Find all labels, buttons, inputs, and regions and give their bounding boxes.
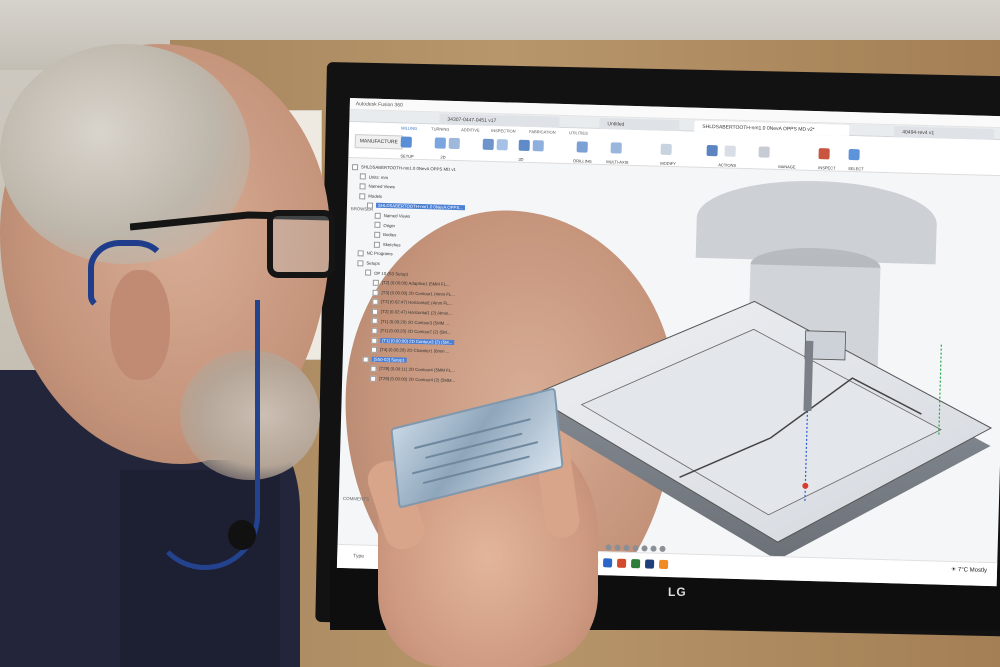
taskbar-excel-icon[interactable] <box>630 559 641 569</box>
taskbar-browser-icon[interactable] <box>602 558 613 568</box>
browser-item-label: [T2] (0.02:47) Horizontal1 (2) (4mm... <box>380 308 453 316</box>
visibility-toggle-icon[interactable] <box>371 308 379 315</box>
browser-item-label: Origin <box>383 222 395 228</box>
visibility-toggle-icon[interactable] <box>372 289 379 296</box>
group-select: SELECT <box>848 165 864 172</box>
visibility-toggle-icon[interactable] <box>371 327 378 334</box>
tab-label: Untitled <box>607 121 625 128</box>
comments-panel-label[interactable]: COMMENTS <box>343 496 369 502</box>
visibility-toggle-icon[interactable] <box>370 375 377 382</box>
visibility-toggle-icon[interactable] <box>357 260 364 267</box>
browser-item-label: [T2] (0.02:47) Horizontal1 (4mm FL... <box>381 299 453 307</box>
group-inspect: INSPECT <box>818 165 836 171</box>
visibility-toggle-icon[interactable] <box>374 212 381 219</box>
browser-item-label: Named Views <box>383 212 411 219</box>
taskbar-word-icon[interactable] <box>644 559 655 569</box>
browser-item-label: [T2] (0.00:00) Adaptive1 (5MM FL... <box>381 280 450 287</box>
visibility-toggle-icon[interactable] <box>366 202 374 209</box>
browser-item-label: [T1] (0.00:00) 2D Contour3 (2) (5M... <box>380 337 455 345</box>
browser-panel: BROWSER SHLDSABERTOOTH-nm1.0 0NevA OPPS … <box>339 162 681 587</box>
visibility-toggle-icon[interactable] <box>373 241 381 248</box>
browser-item-label: Models <box>368 193 383 199</box>
taskbar-fusion-icon[interactable] <box>658 559 669 570</box>
inspect-icon[interactable] <box>818 148 830 160</box>
ribbon-tab-turning[interactable]: TURNING <box>431 126 449 132</box>
visibility-toggle-icon[interactable] <box>362 356 369 363</box>
multi-axis-icon[interactable] <box>610 142 622 154</box>
browser-item-label: SHLDSABERTOOTH-nm1.0 0NevA OPPS MD v1 <box>361 164 457 172</box>
taskbar-office-icon[interactable] <box>616 558 627 568</box>
weather-temp: 7°C <box>957 567 969 574</box>
headset-microphone <box>228 520 256 550</box>
photo-scene: LG LG Autodesk Fusion 360 34307-0447-045… <box>0 0 1000 667</box>
simulate-icon[interactable] <box>706 144 718 157</box>
browser-item-label: [T29] (0.00:11) 2D Contour4 (5MM FL... <box>379 366 455 374</box>
browser-item-label: OP 10 (S3 Setup) <box>374 270 409 277</box>
browser-item-label: SHLDSABERTOOTH-nm1.0 0NevA OPPS... <box>375 203 465 211</box>
browser-item-label: Units: mm <box>368 174 389 180</box>
tab-label: 34307-0447-0451 v17 <box>447 116 497 125</box>
visibility-toggle-icon[interactable] <box>359 183 366 190</box>
visibility-toggle-icon[interactable] <box>351 163 359 171</box>
visibility-toggle-icon[interactable] <box>374 231 381 238</box>
tab-label: 40494-rev4 v1 <box>902 129 935 137</box>
browser-item-label: [S50-02] Setup1 <box>371 356 407 363</box>
browser-item-label: NC Programs <box>366 250 393 257</box>
modify-icon[interactable] <box>660 143 672 155</box>
visibility-toggle-icon[interactable] <box>371 337 378 344</box>
group-3d: 3D <box>518 156 524 162</box>
group-2d: 2D <box>440 154 446 160</box>
visibility-toggle-icon[interactable] <box>365 269 372 277</box>
drilling-icon[interactable] <box>576 141 588 153</box>
group-manage: MANAGE <box>778 163 796 170</box>
browser-item-label: [T1] (0.00:20) 2D Contour2 (2) (5M... <box>380 328 451 335</box>
monitor-brand-logo: LG <box>668 585 687 599</box>
ribbon-tab-utilities[interactable]: UTILITIES <box>569 130 588 136</box>
browser-item-label: Bodies <box>383 232 397 238</box>
browser-item-label: [T4] (0.00:20) 2D Chamfer1 (6mm ... <box>379 347 450 355</box>
weather-condition: Mostly <box>969 567 988 574</box>
visibility-toggle-icon[interactable] <box>374 222 381 229</box>
2d-toolpath-icon[interactable] <box>434 137 446 149</box>
contour-icon[interactable] <box>482 138 494 151</box>
pocket-icon[interactable] <box>496 139 508 151</box>
ribbon-tab-fabrication[interactable]: FABRICATION <box>529 129 556 135</box>
visibility-toggle-icon[interactable] <box>357 250 364 257</box>
post-process-icon[interactable] <box>724 145 736 157</box>
setup-icon[interactable] <box>400 136 412 148</box>
workspace-dropdown[interactable]: MANUFACTURE <box>354 134 404 150</box>
browser-item-label: [T3] (0.00:00) 2D Contour1 (4mm FL... <box>381 289 455 297</box>
group-drilling: DRILLING <box>573 158 592 164</box>
manage-icon[interactable] <box>758 146 770 158</box>
browser-item-label: Named Views <box>368 183 396 190</box>
visibility-toggle-icon[interactable] <box>372 298 379 306</box>
app-title: Autodesk Fusion 360 <box>355 101 403 109</box>
browser-item-label: Setups <box>366 260 380 266</box>
group-setup: SETUP <box>400 153 414 159</box>
ribbon-tab-inspection[interactable]: INSPECTION <box>491 128 516 134</box>
visibility-toggle-icon[interactable] <box>370 346 378 353</box>
3d-toolpath-icon[interactable] <box>448 137 460 150</box>
visibility-toggle-icon[interactable] <box>359 192 366 200</box>
browser-item-label: Sketches <box>382 241 401 248</box>
adaptive-icon[interactable] <box>518 139 530 152</box>
parallel-icon[interactable] <box>532 140 544 152</box>
group-actions: ACTIONS <box>718 162 737 168</box>
weather-widget[interactable]: ☀ 7°C Mostly <box>951 566 987 574</box>
group-multi-axis: MULTI-AXIS <box>606 159 629 165</box>
group-modify: MODIFY <box>660 160 676 167</box>
browser-item-label: [T29] (0.00:00) 2D Contour4 (2) (5MM... <box>379 375 456 384</box>
visibility-toggle-icon[interactable] <box>372 279 379 286</box>
part-groove <box>425 432 523 459</box>
ribbon-tab-additive[interactable]: ADDITIVE <box>461 127 480 133</box>
ribbon-tab-milling[interactable]: MILLING <box>401 125 417 130</box>
part-groove <box>422 455 530 485</box>
visibility-toggle-icon[interactable] <box>371 318 378 325</box>
select-icon[interactable] <box>848 148 860 161</box>
visibility-toggle-icon[interactable] <box>359 173 366 180</box>
browser-tree: SHLDSABERTOOTH-nm1.0 0NevA OPPS MD v1 Uni… <box>346 162 482 386</box>
browser-item-label: [T1] (0.00:20) 2D Contour3 (5MM ... <box>380 318 450 326</box>
visibility-toggle-icon[interactable] <box>370 366 377 373</box>
